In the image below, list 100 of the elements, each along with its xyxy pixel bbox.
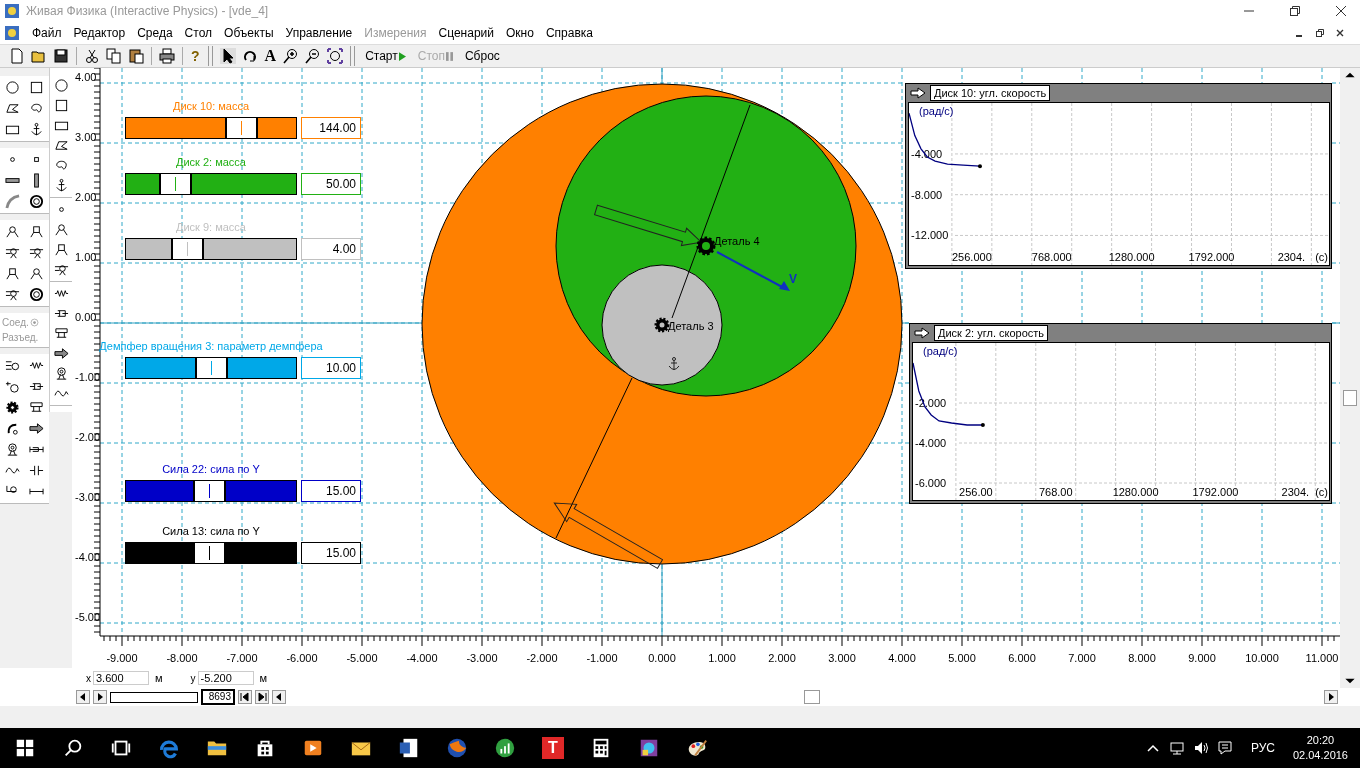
zoom-fit-icon[interactable] bbox=[327, 48, 344, 64]
start-button[interactable]: Старт bbox=[359, 49, 412, 63]
zoom-out-icon[interactable] bbox=[305, 48, 322, 64]
square-icon[interactable] bbox=[29, 80, 45, 95]
volume-icon[interactable] bbox=[1192, 740, 1209, 756]
menu-item[interactable]: Среда bbox=[137, 26, 173, 40]
coordinate-field[interactable]: -5.200 bbox=[197, 671, 254, 685]
hinge-icon[interactable] bbox=[4, 245, 20, 260]
hinge-icon[interactable] bbox=[4, 287, 20, 302]
ring-icon[interactable] bbox=[29, 287, 45, 302]
menu-item[interactable]: Окно bbox=[506, 26, 534, 40]
zoom-in-icon[interactable] bbox=[283, 48, 300, 64]
clock-date[interactable]: 02.04.2016 bbox=[1292, 748, 1348, 763]
step-forward-button[interactable] bbox=[93, 690, 107, 704]
slider-track[interactable] bbox=[125, 542, 297, 564]
scroll-right-button[interactable] bbox=[1324, 690, 1338, 704]
value-field[interactable]: 10.00 bbox=[301, 357, 361, 379]
value-field[interactable]: 15.00 bbox=[301, 480, 361, 502]
damper-icon[interactable] bbox=[4, 379, 20, 394]
palette-icon[interactable] bbox=[686, 737, 708, 759]
menu-item[interactable]: Объекты bbox=[224, 26, 274, 40]
arrow-icon[interactable] bbox=[29, 421, 45, 436]
scroll-thumb[interactable] bbox=[804, 690, 820, 704]
arrow-icon[interactable] bbox=[910, 87, 926, 99]
pulley-icon[interactable] bbox=[29, 400, 45, 415]
language-indicator[interactable]: РУС bbox=[1250, 741, 1275, 755]
text-tool-button[interactable]: A bbox=[264, 47, 277, 65]
help-button[interactable]: ? bbox=[191, 48, 200, 64]
ring-icon[interactable] bbox=[29, 194, 45, 209]
circle-icon[interactable] bbox=[53, 78, 69, 93]
hinge-icon[interactable] bbox=[53, 242, 69, 257]
arrow-icon[interactable] bbox=[53, 346, 69, 361]
cursor-icon[interactable] bbox=[219, 48, 236, 64]
bar-chart-icon[interactable] bbox=[494, 737, 516, 759]
slider-track[interactable] bbox=[125, 117, 297, 139]
gear-icon[interactable] bbox=[4, 400, 20, 415]
paste-icon[interactable] bbox=[128, 48, 144, 64]
scroll-thumb[interactable] bbox=[1343, 390, 1357, 406]
copy-icon[interactable] bbox=[106, 48, 122, 64]
slider-thumb[interactable] bbox=[194, 358, 228, 378]
value-field[interactable]: 15.00 bbox=[301, 542, 361, 564]
restore-icon[interactable] bbox=[1316, 29, 1324, 37]
hinge-icon[interactable] bbox=[29, 224, 45, 239]
globe-icon[interactable] bbox=[446, 737, 468, 759]
close-icon[interactable] bbox=[1336, 29, 1344, 37]
force-arrow[interactable] bbox=[553, 502, 663, 569]
slider-thumb[interactable] bbox=[192, 543, 226, 563]
frame-counter[interactable]: 8693 bbox=[201, 689, 235, 705]
rotate-icon[interactable] bbox=[241, 48, 258, 64]
slider-thumb[interactable] bbox=[192, 481, 226, 501]
slider-thumb[interactable] bbox=[158, 174, 192, 194]
cut-icon[interactable] bbox=[84, 48, 100, 64]
document-icon[interactable] bbox=[398, 737, 420, 759]
coordinate-field[interactable]: 3.600 bbox=[93, 671, 149, 685]
hinge-icon[interactable] bbox=[53, 222, 69, 237]
hinge-icon[interactable] bbox=[4, 224, 20, 239]
browser-icon[interactable] bbox=[158, 737, 180, 759]
menu-item[interactable]: Стол bbox=[184, 26, 213, 40]
folder-icon[interactable] bbox=[31, 48, 47, 64]
start-icon[interactable] bbox=[14, 737, 36, 759]
hinge-icon[interactable] bbox=[29, 266, 45, 281]
slider-track[interactable] bbox=[125, 173, 297, 195]
letter-tile[interactable]: T bbox=[542, 737, 564, 759]
arrow-icon[interactable] bbox=[914, 327, 930, 339]
step-back-button[interactable] bbox=[76, 690, 90, 704]
polygon-icon[interactable] bbox=[4, 101, 20, 116]
go-to-end-button[interactable] bbox=[255, 690, 269, 704]
clock-time[interactable]: 20:20 bbox=[1306, 733, 1335, 748]
curved-slot-icon[interactable] bbox=[4, 194, 20, 209]
polygon-icon[interactable] bbox=[53, 138, 69, 153]
menu-item[interactable]: Файл bbox=[32, 26, 62, 40]
slider-track[interactable] bbox=[125, 480, 297, 502]
blob-icon[interactable] bbox=[53, 158, 69, 173]
slider-track[interactable] bbox=[125, 357, 297, 379]
print-icon[interactable] bbox=[159, 48, 175, 64]
menu-item[interactable]: Редактор bbox=[73, 26, 126, 40]
menu-item[interactable]: Сценарий bbox=[438, 26, 494, 40]
blob-icon[interactable] bbox=[29, 101, 45, 116]
value-field[interactable]: 50.00 bbox=[301, 173, 361, 195]
save-icon[interactable] bbox=[53, 48, 69, 64]
restore-icon[interactable] bbox=[1290, 6, 1300, 16]
reset-button[interactable]: Сброс bbox=[458, 49, 506, 63]
value-field[interactable]: 4.00 bbox=[301, 238, 361, 260]
hinge-icon[interactable] bbox=[53, 262, 69, 277]
app-icon[interactable] bbox=[638, 737, 660, 759]
slider-thumb[interactable] bbox=[225, 118, 259, 138]
separator-icon[interactable] bbox=[29, 463, 45, 478]
hinge-icon[interactable] bbox=[29, 245, 45, 260]
hinge-icon[interactable] bbox=[4, 266, 20, 281]
new-file-icon[interactable] bbox=[9, 48, 25, 64]
disc[interactable] bbox=[601, 264, 723, 386]
rod-line[interactable] bbox=[671, 104, 751, 319]
spring-icon[interactable] bbox=[4, 358, 20, 373]
search-icon[interactable] bbox=[62, 737, 84, 759]
slider-track[interactable] bbox=[125, 238, 297, 260]
circle-icon[interactable] bbox=[4, 80, 20, 95]
network-icon[interactable] bbox=[1168, 740, 1185, 756]
scroll-left-button[interactable] bbox=[272, 690, 286, 704]
menu-item[interactable]: Справка bbox=[545, 26, 593, 40]
pulley-icon[interactable] bbox=[53, 326, 69, 341]
